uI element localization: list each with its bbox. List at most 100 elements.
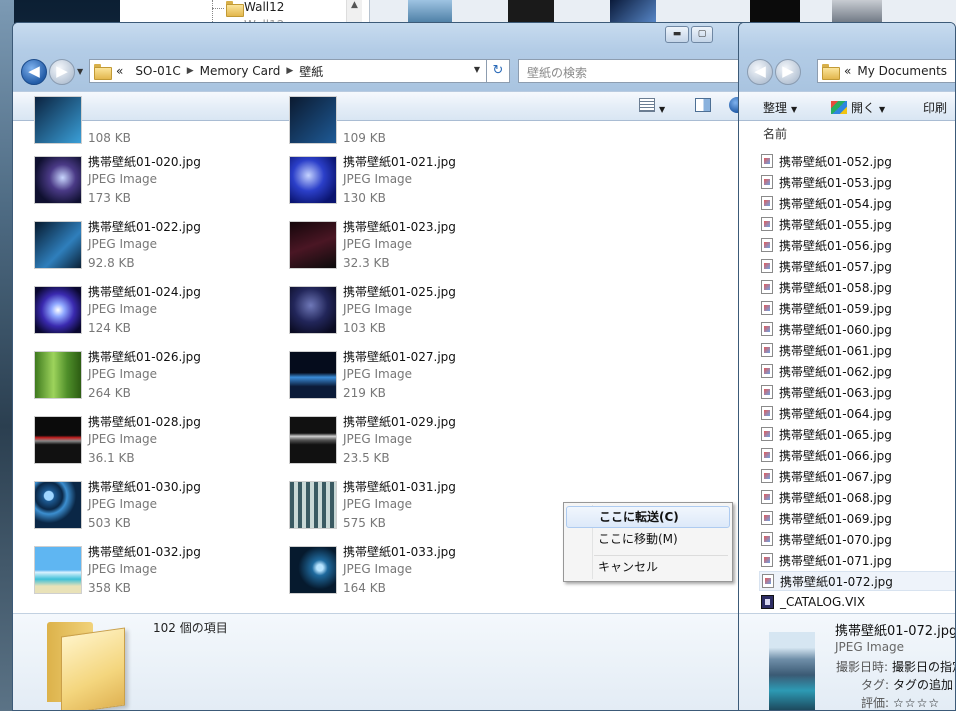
file-tile[interactable]: 携帯壁紙01-033.jpg JPEG Image 164 KB xyxy=(290,543,530,605)
jpeg-file-icon xyxy=(761,427,773,441)
image-thumbnail xyxy=(290,222,336,268)
menu-item-move-here[interactable]: ここに移動(M) xyxy=(566,529,730,551)
breadcrumb-memory-card[interactable]: Memory Card xyxy=(200,64,281,78)
file-tile[interactable]: 携帯壁紙01-024.jpg JPEG Image 124 KB xyxy=(35,283,275,345)
file-tile[interactable]: 携帯壁紙01-022.jpg JPEG Image 92.8 KB xyxy=(35,218,275,280)
file-tile[interactable]: 携帯壁紙01-027.jpg JPEG Image 219 KB xyxy=(290,348,530,410)
file-tile[interactable]: 携帯壁紙01-028.jpg JPEG Image 36.1 KB xyxy=(35,413,275,475)
back-arrow-icon[interactable]: ◀ xyxy=(21,59,47,85)
refresh-icon[interactable]: ↻ xyxy=(486,59,510,83)
list-item[interactable]: 携帯壁紙01-071.jpg xyxy=(761,550,892,570)
list-item[interactable]: 携帯壁紙01-058.jpg xyxy=(761,277,892,297)
file-tile[interactable]: 携帯壁紙01-025.jpg JPEG Image 103 KB xyxy=(290,283,530,345)
list-item[interactable]: 携帯壁紙01-062.jpg xyxy=(761,361,892,381)
address-overflow-chevron[interactable]: « xyxy=(116,64,123,78)
open-button[interactable]: 開く ▼ xyxy=(831,99,885,116)
list-item[interactable]: 携帯壁紙01-060.jpg xyxy=(761,319,892,339)
jpeg-file-icon xyxy=(761,490,773,504)
dropdown-arrow-icon: ▼ xyxy=(791,105,798,114)
image-thumbnail xyxy=(290,352,336,398)
file-tile[interactable]: 携帯壁紙01-020.jpg JPEG Image 173 KB xyxy=(35,153,275,215)
print-button[interactable]: 印刷 xyxy=(923,99,947,116)
address-bar[interactable]: « My Documents xyxy=(817,59,955,83)
list-item[interactable]: 携帯壁紙01-065.jpg xyxy=(761,424,892,444)
image-thumbnail xyxy=(290,547,336,593)
file-name: 携帯壁紙01-023.jpg xyxy=(343,220,456,234)
back-arrow-icon[interactable]: ◀ xyxy=(747,59,773,85)
image-thumbnail xyxy=(35,287,81,333)
minimize-button[interactable]: ▬ xyxy=(665,26,689,43)
list-item[interactable]: 携帯壁紙01-059.jpg xyxy=(761,298,892,318)
breadcrumb-so01c[interactable]: SO-01C xyxy=(135,64,180,78)
file-name: 携帯壁紙01-025.jpg xyxy=(343,285,456,299)
file-tile[interactable]: 携帯壁紙01-032.jpg JPEG Image 358 KB xyxy=(35,543,275,605)
list-item[interactable]: 携帯壁紙01-063.jpg xyxy=(761,382,892,402)
file-tile[interactable]: 携帯壁紙01-031.jpg JPEG Image 575 KB xyxy=(290,478,530,540)
list-item[interactable]: 携帯壁紙01-061.jpg xyxy=(761,340,892,360)
list-item[interactable]: 携帯壁紙01-057.jpg xyxy=(761,256,892,276)
file-tile[interactable]: 携帯壁紙01-030.jpg JPEG Image 503 KB xyxy=(35,478,275,540)
jpeg-file-icon xyxy=(761,532,773,546)
dropdown-arrow-icon: ▼ xyxy=(659,105,666,114)
list-item[interactable]: 携帯壁紙01-053.jpg xyxy=(761,172,892,192)
file-tile[interactable]: 携帯壁紙01-029.jpg JPEG Image 23.5 KB xyxy=(290,413,530,475)
jpeg-file-icon xyxy=(761,364,773,378)
forward-arrow-icon[interactable]: ▶ xyxy=(775,59,801,85)
list-item-label: 携帯壁紙01-053.jpg xyxy=(779,175,892,190)
date-taken-value[interactable]: 撮影日の指定 xyxy=(892,660,955,674)
breadcrumb-chevron-icon[interactable]: ▶ xyxy=(286,66,293,76)
explorer-window-wallpaper: ▬ ▢ ◀ ▶ ▼ « SO-01C ▶ Memory Card ▶ 壁紙 ▼ … xyxy=(12,22,752,711)
column-header-name[interactable]: 名前 xyxy=(763,125,787,142)
file-tile[interactable]: 携帯壁紙01-026.jpg JPEG Image 264 KB xyxy=(35,348,275,410)
search-input[interactable]: 壁紙の検索 xyxy=(518,59,750,83)
list-item-selected[interactable]: 携帯壁紙01-072.jpg xyxy=(759,571,955,591)
list-item[interactable]: 携帯壁紙01-070.jpg xyxy=(761,529,892,549)
file-size: 575 KB xyxy=(343,516,386,530)
list-item[interactable]: _CATALOG.VIX xyxy=(761,592,865,612)
file-tile[interactable]: 108 KB xyxy=(35,93,275,155)
file-type: JPEG Image xyxy=(88,497,158,511)
list-item[interactable]: 携帯壁紙01-066.jpg xyxy=(761,445,892,465)
list-item[interactable]: 携帯壁紙01-055.jpg xyxy=(761,214,892,234)
maximize-button[interactable]: ▢ xyxy=(691,26,713,43)
file-name: 携帯壁紙01-024.jpg xyxy=(88,285,201,299)
history-dropdown-icon[interactable]: ▼ xyxy=(77,67,83,76)
organize-button[interactable]: 整理▼ xyxy=(763,99,797,116)
views-button[interactable]: ▼ xyxy=(639,98,665,115)
menu-item-copy-here[interactable]: ここに転送(C) xyxy=(566,506,730,528)
list-item[interactable]: 携帯壁紙01-068.jpg xyxy=(761,487,892,507)
list-item[interactable]: 携帯壁紙01-054.jpg xyxy=(761,193,892,213)
address-bar[interactable]: « SO-01C ▶ Memory Card ▶ 壁紙 ▼ xyxy=(89,59,487,83)
tags-value[interactable]: タグの追加 xyxy=(893,678,953,692)
menu-item-cancel[interactable]: キャンセル xyxy=(566,557,730,579)
breadcrumb-chevron-icon[interactable]: ▶ xyxy=(187,66,194,76)
address-dropdown-icon[interactable]: ▼ xyxy=(474,65,480,74)
image-thumbnail xyxy=(35,547,81,593)
tree-folder-label[interactable]: Wall12 xyxy=(244,0,284,14)
list-item[interactable]: 携帯壁紙01-056.jpg xyxy=(761,235,892,255)
tags-label: タグ: xyxy=(861,678,890,692)
list-item[interactable]: 携帯壁紙01-069.jpg xyxy=(761,508,892,528)
address-overflow-chevron[interactable]: « xyxy=(844,64,851,78)
preview-pane-button[interactable] xyxy=(695,98,711,115)
file-type: JPEG Image xyxy=(88,562,158,576)
rating-stars-icon[interactable]: ☆☆☆☆ xyxy=(893,696,940,710)
selected-image-thumbnail xyxy=(769,632,815,710)
jpeg-file-icon xyxy=(761,385,773,399)
file-size: 264 KB xyxy=(88,386,131,400)
list-item[interactable]: 携帯壁紙01-064.jpg xyxy=(761,403,892,423)
breadcrumb-my-documents[interactable]: My Documents xyxy=(857,64,947,78)
file-tile[interactable]: 109 KB xyxy=(290,93,530,155)
command-bar: 整理 ▼ 開く ▼ 印刷 xyxy=(739,91,955,121)
file-size: 92.8 KB xyxy=(88,256,135,270)
list-item-label: 携帯壁紙01-066.jpg xyxy=(779,448,892,463)
forward-arrow-icon[interactable]: ▶ xyxy=(49,59,75,85)
list-item-label: 携帯壁紙01-063.jpg xyxy=(779,385,892,400)
list-item[interactable]: 携帯壁紙01-067.jpg xyxy=(761,466,892,486)
breadcrumb-wallpaper[interactable]: 壁紙 xyxy=(299,63,323,80)
file-tile[interactable]: 携帯壁紙01-021.jpg JPEG Image 130 KB xyxy=(290,153,530,215)
file-size: 164 KB xyxy=(343,581,386,595)
file-tile[interactable]: 携帯壁紙01-023.jpg JPEG Image 32.3 KB xyxy=(290,218,530,280)
list-item-label: 携帯壁紙01-068.jpg xyxy=(779,490,892,505)
list-item[interactable]: 携帯壁紙01-052.jpg xyxy=(761,151,892,171)
